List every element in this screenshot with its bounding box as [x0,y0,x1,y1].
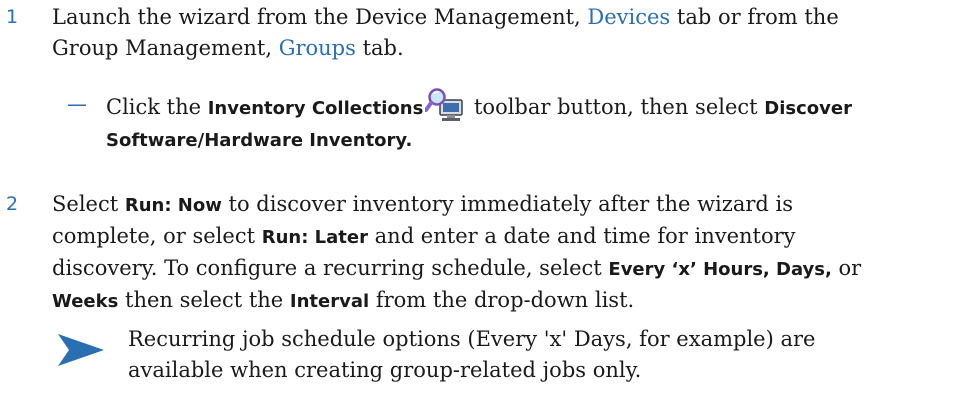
step-2-text-e: discovery. To configure a recurring sche… [52,256,609,280]
interval-label: Interval [289,291,370,312]
discover-label: Discover [764,98,852,119]
substep-line-1: Click the Inventory Collections toolbar … [106,86,972,124]
step-2-text: Select Run: Now to discover inventory im… [52,189,972,317]
substep-line-2: Software/Hardware Inventory. [106,124,972,156]
step-1-line-1: Launch the wizard from the Device Manage… [52,2,972,33]
substep-text-a: Click the [106,95,208,119]
step-2-text-h: from the drop-down list. [369,288,635,312]
run-now-label: Run: Now [124,195,222,216]
note-arrow-icon [56,332,106,368]
inventory-collections-icon [424,86,465,124]
every-x-label: Every ‘x’ Hours, Days, [608,259,832,280]
step-2-text-b: to discover inventory immediately after … [221,192,793,216]
weeks-label: Weeks [52,291,119,312]
substep-dash: — [67,92,87,116]
step-1-text-a: Launch the wizard from the Device Manage… [52,5,588,29]
step-2-text-f: or [831,256,862,280]
step-2-line-1: Select Run: Now to discover inventory im… [52,189,972,221]
step-2-line-2: complete, or select Run: Later and enter… [52,221,972,253]
software-hardware-inventory-label: Software/Hardware Inventory. [106,130,413,151]
substep-text-b: toolbar button, then select [467,95,765,119]
step-2-line-3: discovery. To configure a recurring sche… [52,253,972,285]
step-2-text-d: and enter a date and time for inventory [367,224,796,248]
step-2-line-4: Weeks then select the Interval from the … [52,285,972,317]
step-2-text-a: Select [52,192,125,216]
step-number: 2 [6,193,19,215]
step-1-line-2: Group Management, Groups tab. [52,33,972,64]
note-line-2: available when creating group-related jo… [128,358,642,382]
step-1-text-d: tab. [355,36,404,60]
step-number: 1 [6,6,19,28]
substep-text: Click the Inventory Collections toolbar … [106,86,972,156]
note-line-1: Recurring job schedule options (Every 'x… [128,327,816,351]
step-1-text: Launch the wizard from the Device Manage… [52,2,972,64]
groups-link[interactable]: Groups [279,36,356,60]
run-later-label: Run: Later [261,227,368,248]
devices-link[interactable]: Devices [587,5,670,29]
step-1-text-c: Group Management, [52,36,279,60]
step-2-text-g: then select the [118,288,290,312]
step-1-text-b: tab or from the [670,5,839,29]
step-2-text-c: complete, or select [52,224,262,248]
note-text: Recurring job schedule options (Every 'x… [128,324,972,386]
inventory-collections-label: Inventory Collections [207,98,424,119]
